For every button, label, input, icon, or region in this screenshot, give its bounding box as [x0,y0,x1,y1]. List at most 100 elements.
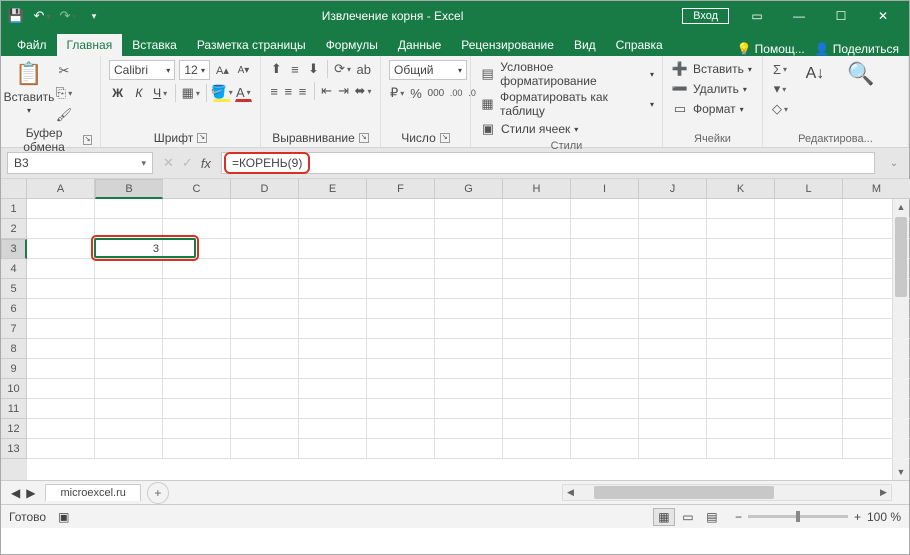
cell[interactable] [571,299,639,319]
row-header[interactable]: 1 [1,199,27,219]
add-sheet-button[interactable]: + [147,482,169,504]
format-table-button[interactable]: ▦Форматировать как таблицу▾ [479,90,654,118]
font-color-icon[interactable]: A [235,84,252,102]
cell[interactable] [707,339,775,359]
cell[interactable] [775,239,843,259]
cell[interactable] [571,199,639,219]
close-button[interactable]: ✕ [863,2,903,30]
col-header[interactable]: M [843,179,910,199]
col-header[interactable]: L [775,179,843,199]
minimize-button[interactable]: — [779,2,819,30]
cell[interactable] [707,259,775,279]
tell-me-button[interactable]: 💡 Помощ... [737,42,805,56]
currency-icon[interactable]: ₽ [389,84,405,102]
cell[interactable] [299,279,367,299]
cell[interactable] [775,399,843,419]
row-header[interactable]: 12 [1,419,27,439]
format-painter-icon[interactable]: 🖌 [55,106,73,124]
cell[interactable] [231,399,299,419]
sheet-tab[interactable]: microexcel.ru [45,484,140,501]
expand-formula-icon[interactable]: ⌄ [885,158,903,169]
cell[interactable] [367,319,435,339]
save-icon[interactable]: 💾 [7,7,25,25]
cell[interactable] [95,259,163,279]
cell[interactable] [435,219,503,239]
tab-файл[interactable]: Файл [7,34,57,56]
accept-formula-icon[interactable]: ✓ [182,155,193,171]
cell[interactable] [27,339,95,359]
maximize-button[interactable]: ☐ [821,2,861,30]
cell[interactable] [163,259,231,279]
cell[interactable] [435,239,503,259]
cell[interactable] [163,279,231,299]
cell[interactable] [503,419,571,439]
wrap-text-icon[interactable]: ab [356,60,372,78]
view-layout-icon[interactable]: ▭ [677,508,699,526]
row-header[interactable]: 7 [1,319,27,339]
clear-icon[interactable]: ◇ [771,100,789,118]
cell[interactable] [571,239,639,259]
select-all-corner[interactable] [1,179,27,199]
col-header[interactable]: A [27,179,95,199]
border-icon[interactable]: ▦ [182,84,200,102]
row-header[interactable]: 6 [1,299,27,319]
col-header[interactable]: B [95,179,163,199]
cell[interactable] [27,379,95,399]
cell[interactable] [435,319,503,339]
cell[interactable] [639,319,707,339]
cell[interactable] [231,359,299,379]
row-header[interactable]: 11 [1,399,27,419]
cell[interactable] [639,199,707,219]
cell[interactable] [571,339,639,359]
dialog-launcher-icon[interactable]: ↘ [197,133,207,143]
cut-icon[interactable]: ✂ [55,62,73,80]
cell[interactable] [707,439,775,459]
cell[interactable] [231,259,299,279]
cell[interactable] [639,399,707,419]
tab-вид[interactable]: Вид [564,34,606,56]
cell[interactable] [775,359,843,379]
redo-icon[interactable]: ↷ [59,7,77,25]
cell[interactable] [707,319,775,339]
cell[interactable] [435,279,503,299]
cell[interactable] [163,199,231,219]
cell[interactable] [707,199,775,219]
col-header[interactable]: G [435,179,503,199]
autosum-icon[interactable]: Σ [771,60,789,78]
insert-function-icon[interactable]: fx [201,156,211,171]
cell[interactable] [163,419,231,439]
fill-color-icon[interactable]: 🪣 [213,84,231,102]
share-button[interactable]: 👤 Поделиться [815,42,899,56]
cell[interactable] [367,379,435,399]
cell[interactable] [27,279,95,299]
name-box[interactable]: B3 ▾ [7,152,153,174]
tab-формулы[interactable]: Формулы [316,34,388,56]
cell[interactable] [163,339,231,359]
orientation-icon[interactable]: ⟳ [334,60,352,78]
font-name-select[interactable]: Calibri▾ [109,60,175,80]
horizontal-scrollbar[interactable]: ◀ ▶ [562,484,892,501]
cell[interactable] [231,219,299,239]
align-center-icon[interactable]: ≡ [283,82,293,100]
cell[interactable] [707,299,775,319]
copy-icon[interactable]: ⎘ [55,84,73,102]
cell[interactable] [163,219,231,239]
cell[interactable] [571,219,639,239]
row-header[interactable]: 9 [1,359,27,379]
cell[interactable] [571,259,639,279]
dialog-launcher-icon[interactable]: ↘ [83,135,92,145]
cell[interactable] [163,439,231,459]
grow-font-icon[interactable]: A▴ [214,61,231,79]
undo-icon[interactable]: ↶ [33,7,51,25]
cell[interactable] [367,339,435,359]
cell[interactable] [163,399,231,419]
col-header[interactable]: K [707,179,775,199]
cell[interactable] [299,299,367,319]
scroll-down-icon[interactable]: ▼ [893,464,909,480]
cell[interactable] [367,299,435,319]
ribbon-options-icon[interactable]: ▭ [737,2,777,30]
cell[interactable] [639,219,707,239]
dialog-launcher-icon[interactable]: ↘ [440,133,450,143]
row-header[interactable]: 3 [1,239,27,259]
row-header[interactable]: 8 [1,339,27,359]
